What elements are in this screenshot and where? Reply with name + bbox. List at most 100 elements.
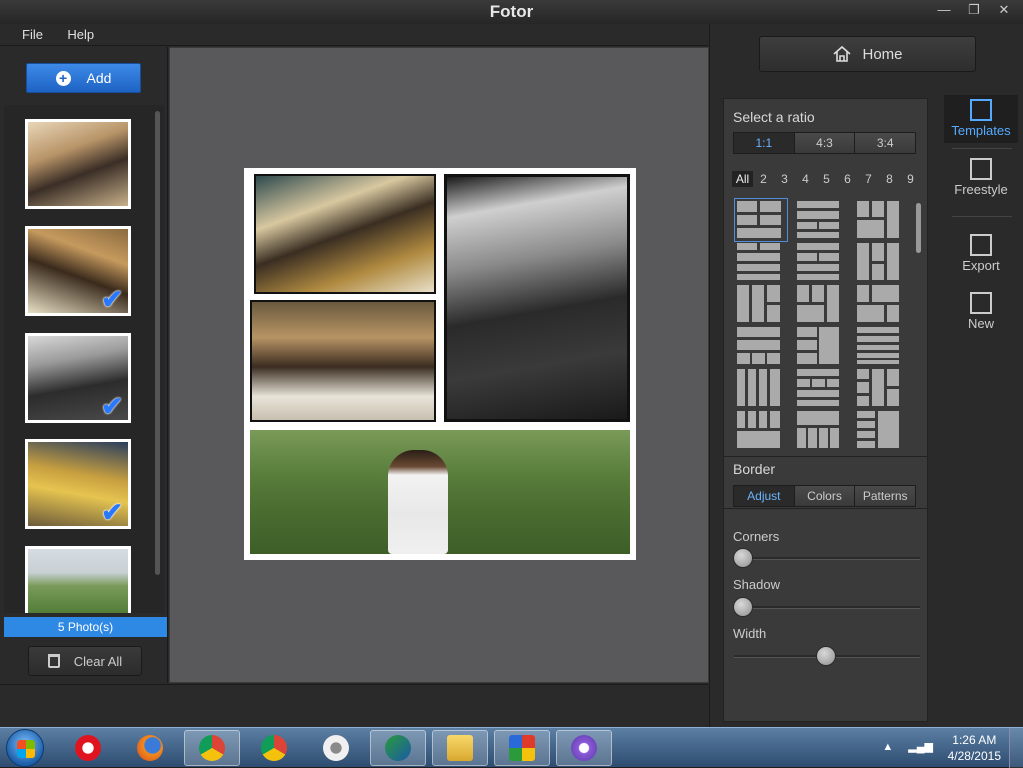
template-thumbnail[interactable] bbox=[857, 327, 905, 365]
maximize-button[interactable]: ❐ bbox=[959, 0, 989, 20]
taskbar-app-opera-next[interactable] bbox=[308, 730, 364, 766]
collage-canvas-area bbox=[169, 47, 709, 683]
template-thumbnail[interactable] bbox=[857, 369, 905, 407]
taskbar-app-idm[interactable] bbox=[370, 730, 426, 766]
border-heading: Border bbox=[733, 461, 776, 477]
template-thumbnail[interactable] bbox=[797, 285, 845, 323]
minimize-button[interactable]: — bbox=[929, 0, 959, 20]
clear-all-button[interactable]: Clear All bbox=[28, 646, 142, 676]
photo-thumbnail[interactable]: ✔ bbox=[25, 226, 131, 316]
template-thumbnail[interactable] bbox=[734, 198, 788, 242]
width-slider-knob[interactable] bbox=[816, 646, 836, 666]
count-filter-8[interactable]: 8 bbox=[879, 171, 900, 187]
template-thumbnail[interactable] bbox=[737, 285, 785, 323]
template-thumbnail[interactable] bbox=[797, 411, 845, 449]
thumbnail-scrollbar[interactable] bbox=[155, 111, 160, 575]
corners-slider-track[interactable] bbox=[734, 557, 920, 560]
count-filter-6[interactable]: 6 bbox=[837, 171, 858, 187]
taskbar-app-fotor[interactable] bbox=[556, 730, 612, 766]
tab-colors[interactable]: Colors bbox=[794, 486, 856, 506]
template-thumbnail[interactable] bbox=[737, 411, 785, 449]
shadow-slider-knob[interactable] bbox=[733, 597, 753, 617]
taskbar-app-security[interactable] bbox=[494, 730, 550, 766]
export-tool-label: Export bbox=[962, 258, 1000, 273]
ratio-1-1-button[interactable]: 1:1 bbox=[734, 133, 795, 153]
tab-adjust[interactable]: Adjust bbox=[734, 486, 795, 506]
collage-photo-cell[interactable] bbox=[250, 300, 436, 422]
menu-file[interactable]: File bbox=[0, 24, 53, 46]
template-thumbnail[interactable] bbox=[857, 201, 905, 239]
border-tabs: Adjust Colors Patterns bbox=[733, 485, 916, 507]
export-tool-button[interactable]: Export bbox=[944, 230, 1018, 278]
home-button[interactable]: Home bbox=[759, 36, 976, 72]
trash-icon bbox=[47, 654, 60, 668]
photo-count-filter: All 2 3 4 5 6 7 8 9 bbox=[732, 171, 921, 187]
corners-slider-knob[interactable] bbox=[733, 548, 753, 568]
count-filter-5[interactable]: 5 bbox=[816, 171, 837, 187]
ratio-selector: 1:1 4:3 3:4 bbox=[733, 132, 916, 154]
count-filter-3[interactable]: 3 bbox=[774, 171, 795, 187]
taskbar-app-chrome-2[interactable] bbox=[246, 730, 302, 766]
template-thumbnail[interactable] bbox=[797, 243, 845, 281]
count-filter-9[interactable]: 9 bbox=[900, 171, 921, 187]
shadow-slider-track[interactable] bbox=[734, 606, 920, 609]
collage-photo-cell[interactable] bbox=[254, 174, 436, 294]
photo-image bbox=[28, 549, 128, 613]
templates-icon bbox=[970, 99, 992, 121]
template-thumbnail[interactable] bbox=[797, 369, 845, 407]
count-filter-2[interactable]: 2 bbox=[753, 171, 774, 187]
toolbar-divider bbox=[952, 216, 1012, 217]
menu-help[interactable]: Help bbox=[57, 24, 104, 46]
show-desktop-button[interactable] bbox=[1009, 728, 1023, 768]
photo-thumbnail-list[interactable]: ✔ ✔ ✔ bbox=[4, 105, 164, 613]
ratio-4-3-button[interactable]: 4:3 bbox=[794, 133, 856, 153]
close-button[interactable]: ✕ bbox=[989, 0, 1019, 20]
photo-panel: + Add ✔ ✔ ✔ 5 Photo(s) Clear All bbox=[0, 47, 168, 683]
taskbar-app-explorer[interactable] bbox=[432, 730, 488, 766]
count-filter-7[interactable]: 7 bbox=[858, 171, 879, 187]
taskbar-app-opera[interactable] bbox=[60, 730, 116, 766]
plus-icon: + bbox=[55, 70, 71, 86]
system-tray-icons[interactable]: ▲ ▂▄▆ bbox=[882, 740, 933, 753]
taskbar-app-firefox[interactable] bbox=[122, 730, 178, 766]
template-thumbnail[interactable] bbox=[797, 201, 845, 239]
photo-thumbnail[interactable] bbox=[25, 119, 131, 209]
freestyle-tool-button[interactable]: Freestyle bbox=[944, 154, 1018, 202]
templates-tool-button[interactable]: Templates bbox=[944, 95, 1018, 143]
photo-thumbnail[interactable]: ✔ bbox=[25, 439, 131, 529]
new-tool-button[interactable]: New bbox=[944, 288, 1018, 336]
template-thumbnail[interactable] bbox=[857, 285, 905, 323]
template-thumbnail[interactable] bbox=[857, 411, 905, 449]
template-thumbnail[interactable] bbox=[737, 243, 785, 281]
clock[interactable]: 1:26 AM 4/28/2015 bbox=[948, 732, 1001, 764]
new-tool-label: New bbox=[967, 316, 994, 331]
opera-next-icon bbox=[323, 735, 349, 761]
windows-security-icon bbox=[509, 735, 535, 761]
template-scrollbar[interactable] bbox=[916, 203, 921, 253]
window-title: Fotor bbox=[489, 2, 534, 21]
chrome-icon bbox=[199, 735, 225, 761]
count-filter-all[interactable]: All bbox=[732, 171, 753, 187]
templates-tool-label: Templates bbox=[951, 123, 1011, 138]
count-filter-4[interactable]: 4 bbox=[795, 171, 816, 187]
template-thumbnail[interactable] bbox=[737, 369, 785, 407]
network-signal-icon[interactable]: ▂▄▆ bbox=[908, 741, 933, 753]
ratio-3-4-button[interactable]: 3:4 bbox=[855, 133, 916, 153]
photo-count-label: 5 Photo(s) bbox=[4, 617, 167, 637]
show-hidden-icons-arrow-icon[interactable]: ▲ bbox=[882, 741, 893, 753]
template-thumbnail[interactable] bbox=[797, 327, 845, 365]
select-ratio-heading: Select a ratio bbox=[733, 109, 815, 125]
photo-thumbnail[interactable]: ✔ bbox=[25, 333, 131, 423]
tab-patterns[interactable]: Patterns bbox=[855, 486, 916, 506]
add-photos-button[interactable]: + Add bbox=[26, 63, 141, 93]
start-button[interactable] bbox=[6, 729, 44, 767]
export-icon bbox=[970, 234, 992, 256]
collage-photo-cell[interactable] bbox=[250, 430, 630, 554]
collage-photo-cell[interactable] bbox=[444, 174, 630, 422]
width-label: Width bbox=[733, 626, 767, 641]
taskbar-app-chrome[interactable] bbox=[184, 730, 240, 766]
collage-preview[interactable] bbox=[244, 168, 636, 560]
photo-thumbnail[interactable] bbox=[25, 546, 131, 613]
template-thumbnail[interactable] bbox=[737, 327, 785, 365]
template-thumbnail[interactable] bbox=[857, 243, 905, 281]
